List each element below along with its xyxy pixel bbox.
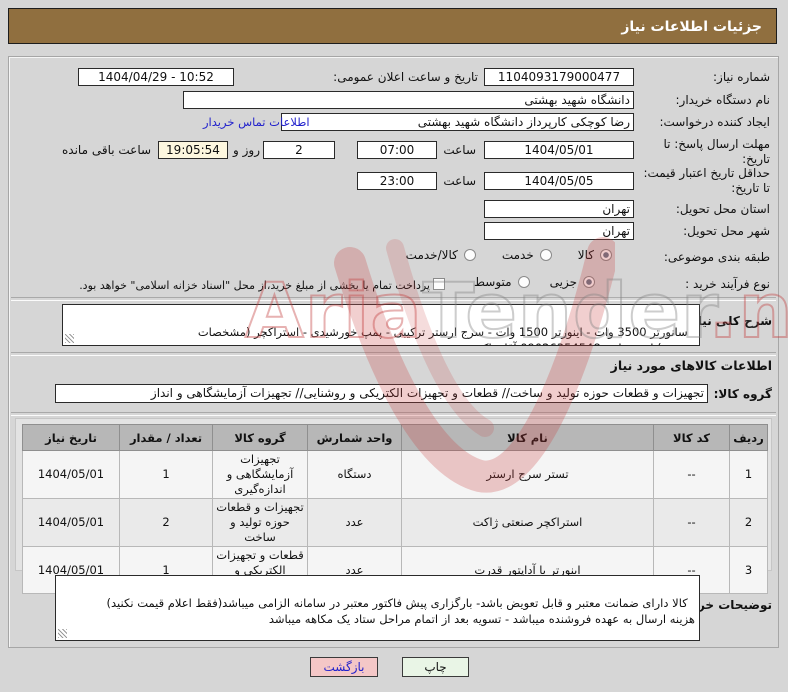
- price-validity-date-field[interactable]: 1404/05/05: [484, 172, 634, 190]
- radio-goods[interactable]: کالا: [578, 248, 612, 262]
- buyer-org-label: نام دستگاه خریدار:: [675, 93, 771, 107]
- radio-goods-service[interactable]: کالا/خدمت: [406, 248, 476, 262]
- buyer-contact-link[interactable]: اطلاعات تماس خریدار: [203, 115, 310, 129]
- buyer-notes-textarea[interactable]: کالا دارای ضمانت معتبر و قابل تعویض باشد…: [55, 575, 700, 641]
- goods-section-title: اطلاعات کالاهای مورد نیاز: [610, 358, 772, 373]
- radio-goods-icon[interactable]: [600, 249, 612, 261]
- announce-field[interactable]: 1404/04/29 - 10:52: [78, 68, 234, 86]
- treasury-note: پرداخت تمام یا بخشی از مبلغ خرید،از محل …: [79, 279, 430, 292]
- remaining-time-field[interactable]: 19:05:54: [158, 141, 228, 159]
- price-validity-time-field[interactable]: 23:00: [357, 172, 437, 190]
- process-type-label: نوع فرآیند خرید :: [685, 277, 770, 291]
- cell-qty: 2: [119, 497, 213, 547]
- treasury-checkbox[interactable]: [433, 278, 445, 290]
- price-hour-label: ساعت: [443, 174, 476, 188]
- cell-qty: 1: [119, 450, 213, 499]
- reply-deadline-label: مهلت ارسال پاسخ: تا تاریخ:: [663, 137, 770, 166]
- city-label: شهر محل تحویل:: [683, 224, 770, 238]
- goods-group-label: گروه کالا:: [713, 387, 772, 401]
- goods-table: ردیف کد کالا نام کالا واحد شمارش گروه کا…: [22, 424, 768, 595]
- column-header-qty: تعداد / مقدار: [119, 424, 213, 451]
- cell-date: 1404/05/01: [22, 450, 120, 499]
- resize-grip-icon[interactable]: [65, 334, 74, 343]
- subject-class-radios: کالا خدمت کالا/خدمت: [406, 248, 612, 262]
- print-button[interactable]: چاپ: [402, 657, 469, 677]
- buyer-org-field[interactable]: دانشگاه شهید بهشتی: [183, 91, 634, 109]
- creator-label: ایجاد کننده درخواست:: [659, 115, 770, 129]
- radio-partial[interactable]: جزیی: [550, 275, 595, 289]
- cell-row: 2: [729, 497, 768, 547]
- buyer-notes-text: کالا دارای ضمانت معتبر و قابل تعویض باشد…: [106, 595, 695, 627]
- remaining-days-field[interactable]: 2: [263, 141, 335, 159]
- cell-unit: دستگاه: [307, 450, 402, 499]
- price-validity-label: حداقل تاریخ اعتبار قیمت: تا تاریخ:: [643, 166, 770, 195]
- cell-date: 1404/05/01: [22, 497, 120, 547]
- reply-deadline-date-field[interactable]: 1404/05/01: [484, 141, 634, 159]
- column-header-code: کد کالا: [653, 424, 730, 451]
- reply-hour-label: ساعت: [443, 143, 476, 157]
- need-number-field[interactable]: 1104093179000477: [484, 68, 634, 86]
- province-label: استان محل تحویل:: [675, 202, 770, 216]
- cell-code: --: [653, 497, 730, 547]
- cell-code: --: [653, 450, 730, 499]
- radio-goods-service-label: کالا/خدمت: [405, 248, 458, 262]
- column-header-unit: واحد شمارش: [307, 424, 402, 451]
- remaining-time-label: ساعت باقی مانده: [62, 143, 152, 157]
- radio-service-label: خدمت: [501, 248, 534, 262]
- table-row: 2 -- استراکچر صنعتی ژاکت عدد تجهیزات و ق…: [22, 497, 768, 547]
- cell-row: 1: [729, 450, 768, 499]
- need-number-label: شماره نیاز:: [713, 70, 770, 84]
- radio-partial-label: جزیی: [549, 275, 577, 289]
- cell-name: استراکچر صنعتی ژاکت: [401, 497, 654, 547]
- back-button[interactable]: بازگشت: [310, 657, 378, 677]
- table-row: 1 -- تستر سرج ارستر دستگاه تجهیزات آزمای…: [22, 450, 768, 499]
- separator: [11, 297, 776, 301]
- remaining-days-label: روز و: [233, 143, 260, 157]
- goods-group-field[interactable]: تجهیزات و قطعات حوزه تولید و ساخت// قطعا…: [55, 384, 708, 403]
- radio-medium-icon[interactable]: [517, 276, 530, 288]
- cell-group: تجهیزات آزمایشگاهی و اندازه‌گیری: [212, 450, 308, 499]
- column-header-name: نام کالا: [401, 424, 654, 451]
- cell-group: تجهیزات و قطعات حوزه تولید و ساخت: [212, 497, 308, 547]
- radio-partial-icon[interactable]: [583, 276, 595, 288]
- radio-goods-service-icon[interactable]: [463, 249, 476, 261]
- reply-deadline-time-field[interactable]: 07:00: [357, 141, 437, 159]
- separator: [11, 352, 776, 356]
- column-header-row: ردیف: [729, 424, 768, 451]
- radio-service-icon[interactable]: [539, 249, 552, 261]
- city-field[interactable]: تهران: [484, 222, 634, 240]
- radio-medium-label: متوسط: [473, 275, 512, 289]
- cell-name: تستر سرج ارستر: [401, 450, 654, 499]
- column-header-date: تاریخ نیاز: [22, 424, 120, 451]
- process-type-radios: جزیی متوسط: [474, 275, 595, 289]
- radio-goods-label: کالا: [577, 248, 594, 262]
- general-desc-text: سانورتر 3500 وات - اینورتر 1500 وات - سر…: [197, 324, 695, 345]
- column-header-group: گروه کالا: [212, 424, 308, 451]
- subject-class-label: طبقه بندی موضوعی:: [663, 250, 770, 264]
- creator-field[interactable]: رضا کوچکی کارپرداز دانشگاه شهید بهشتی: [281, 113, 634, 131]
- radio-medium[interactable]: متوسط: [474, 275, 530, 289]
- table-header-row: ردیف کد کالا نام کالا واحد شمارش گروه کا…: [22, 424, 768, 451]
- cell-unit: عدد: [307, 497, 402, 547]
- announce-label: تاریخ و ساعت اعلان عمومی:: [333, 70, 478, 84]
- cell-row: 3: [729, 545, 768, 595]
- province-field[interactable]: تهران: [484, 200, 634, 218]
- general-desc-textarea[interactable]: سانورتر 3500 وات - اینورتر 1500 وات - سر…: [62, 304, 700, 346]
- resize-grip-icon[interactable]: [58, 629, 67, 638]
- separator: [11, 412, 776, 416]
- page-title: جزئیات اطلاعات نیاز: [8, 8, 777, 44]
- radio-service[interactable]: خدمت: [502, 248, 552, 262]
